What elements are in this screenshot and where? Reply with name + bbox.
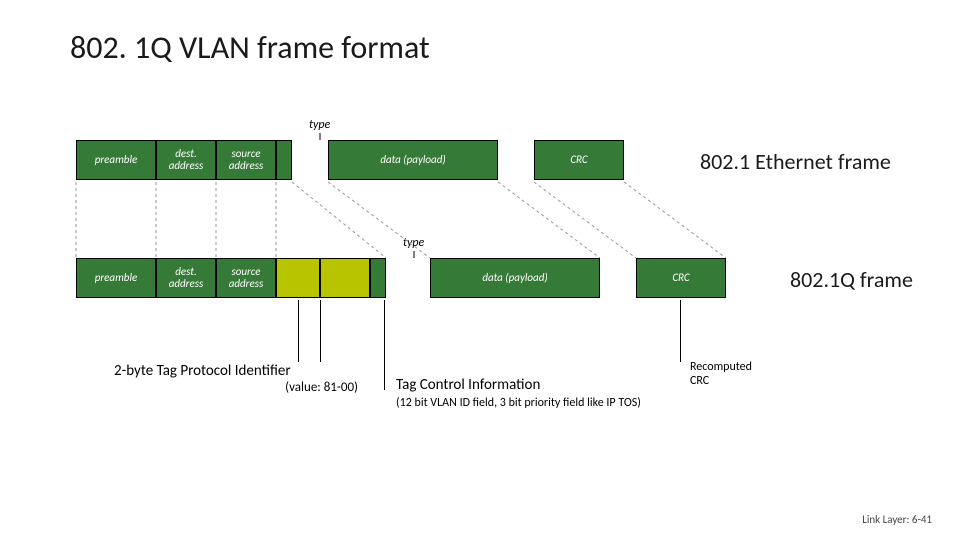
seg-dest-1: dest. address xyxy=(156,140,216,180)
seg-gap-2b xyxy=(600,258,636,298)
seg-preamble-2: preamble xyxy=(76,258,156,298)
ethernet-frame-label: 802.1 Ethernet frame xyxy=(700,148,891,175)
callout-line-tpi-r xyxy=(320,300,321,362)
type-label-1: type xyxy=(309,118,330,132)
seg-type-2 xyxy=(370,258,386,298)
tci-title: Tag Control Information xyxy=(396,376,540,394)
seg-src-2: source address xyxy=(216,258,276,298)
type-label-2: type xyxy=(403,236,424,250)
seg-tpi xyxy=(276,258,320,298)
callout-line-tpi-l xyxy=(298,300,299,362)
seg-crc-1: CRC xyxy=(534,140,624,180)
seg-payload-1: data (payload) xyxy=(328,140,498,180)
tpi-value: (value: 81-00) xyxy=(114,380,394,395)
seg-gap-1 xyxy=(292,140,328,180)
seg-preamble-1: preamble xyxy=(76,140,156,180)
seg-gap-1b xyxy=(498,140,534,180)
tci-annotation: Tag Control Information (12 bit VLAN ID … xyxy=(396,376,696,410)
tpi-title: 2-byte Tag Protocol Identifier xyxy=(114,362,291,380)
callout-line-crc xyxy=(680,300,681,362)
vlan-frame-label: 802.1Q frame xyxy=(790,266,913,293)
seg-gap-2 xyxy=(386,258,430,298)
tpi-annotation: 2-byte Tag Protocol Identifier (value: 8… xyxy=(114,362,394,395)
tci-desc: (12 bit VLAN ID field, 3 bit priority fi… xyxy=(396,396,696,410)
seg-dest-2: dest. address xyxy=(156,258,216,298)
seg-tci xyxy=(320,258,370,298)
slide-title: 802. 1Q VLAN frame format xyxy=(70,28,430,67)
seg-crc-2: CRC xyxy=(636,258,726,298)
seg-src-1: source address xyxy=(216,140,276,180)
vlan-frame: preamble dest. address source address da… xyxy=(76,258,726,298)
recomputed-crc-annotation: Recomputed CRC xyxy=(690,360,752,388)
slide-footer: Link Layer: 6-41 xyxy=(862,513,932,526)
seg-payload-2: data (payload) xyxy=(430,258,600,298)
seg-type-1 xyxy=(276,140,292,180)
ethernet-frame: preamble dest. address source address da… xyxy=(76,140,624,180)
